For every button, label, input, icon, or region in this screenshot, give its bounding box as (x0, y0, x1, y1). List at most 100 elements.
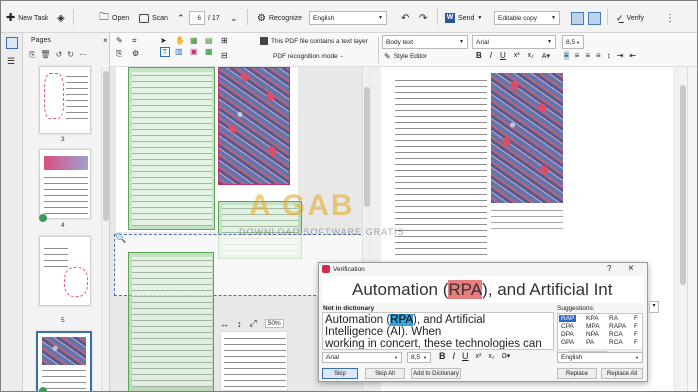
text-editor[interactable]: Automation (RPA), and Artificial Intelli… (322, 312, 554, 350)
add-to-dictionary-button[interactable]: Add to Dictionary (411, 368, 461, 379)
delete-page-icon[interactable]: 🗑 (40, 50, 50, 60)
suggestion[interactable]: F (634, 315, 638, 322)
dropdown-arrow-icon[interactable]: ▾ (649, 301, 659, 313)
page-number-input[interactable]: 6 (189, 11, 205, 25)
undo-button[interactable]: ↶ (401, 8, 409, 28)
redo-button[interactable]: ↷ (419, 8, 427, 28)
fit-page-icon[interactable]: ⤢ (250, 318, 257, 329)
rotate-right-icon[interactable]: ↻ (67, 50, 74, 60)
new-task-button[interactable]: ✚ New Task (6, 8, 48, 28)
layers-button[interactable]: ◈ (57, 8, 65, 28)
line-spacing-icon[interactable]: ↕ (607, 51, 611, 60)
suggestion[interactable]: F (634, 339, 638, 346)
page-thumbnail[interactable] (39, 149, 91, 219)
text-view-button[interactable] (588, 8, 601, 28)
subscript-icon[interactable]: x₂ (488, 353, 494, 360)
send-button[interactable]: W Send ▼ (445, 8, 482, 28)
recognition-mode-select[interactable]: PDF recognition mode ⌄ (273, 53, 344, 60)
underline-icon[interactable]: U (462, 351, 469, 361)
align-left-icon[interactable]: ≡ (564, 51, 569, 60)
skip-button[interactable]: Skip (322, 368, 358, 379)
subscript-icon[interactable]: x₂ (528, 52, 534, 59)
mode-select[interactable]: Editable copy ▼ (494, 8, 560, 28)
text-scrollbar[interactable] (679, 67, 687, 391)
suggestion[interactable]: F (634, 331, 638, 338)
pointer-icon[interactable]: ➤ (160, 36, 173, 45)
suggestion[interactable]: KPA (586, 315, 599, 322)
suggestion[interactable]: RCA (609, 331, 623, 338)
open-button[interactable]: 🗀 Open (99, 8, 129, 28)
suggestion[interactable]: DPA (561, 331, 574, 338)
page-thumbnail-selected[interactable] (36, 331, 92, 391)
superscript-icon[interactable]: x² (476, 353, 482, 360)
suggestions-list[interactable]: RAP KPA RA F CPA MPA RAPA F DPA NPA RCA … (557, 313, 643, 357)
text-area-block[interactable] (128, 252, 214, 391)
page-thumbnail[interactable] (39, 66, 91, 134)
page-thumbnail[interactable] (39, 236, 91, 306)
language-select[interactable]: English ▼ (309, 8, 387, 28)
suggestion[interactable]: RAP (559, 315, 577, 322)
scan-button[interactable]: Scan (139, 8, 168, 28)
zoom-level[interactable]: 50% (264, 319, 284, 328)
insert-page-icon[interactable]: ⎘ (29, 50, 35, 60)
bold-icon[interactable]: B (439, 351, 446, 361)
special-chars-icon[interactable]: Ω▾ (502, 352, 511, 360)
text-area-icon[interactable]: T (160, 47, 170, 57)
scrollbar-thumb[interactable] (103, 71, 109, 221)
suggestion[interactable]: PA (586, 339, 594, 346)
pages-panel-icon[interactable] (6, 37, 18, 49)
style-editor-button[interactable]: ✎ Style Editor (384, 52, 427, 61)
close-button[interactable]: × (628, 263, 634, 274)
crop-icon[interactable]: ⌗ (132, 36, 145, 46)
copy-area-icon[interactable]: ⎘ (116, 49, 129, 59)
text-area-block[interactable] (128, 67, 215, 230)
dialog-language-select[interactable]: English ▼ (557, 352, 643, 363)
align-right-icon[interactable]: ≡ (585, 51, 590, 60)
recognize-button[interactable]: ⚙ Recognize (257, 8, 302, 28)
style-select[interactable]: Body text ▼ (382, 35, 468, 49)
suggestion[interactable]: NPA (586, 331, 599, 338)
list-icon[interactable]: ☰ (7, 56, 15, 67)
suggestion[interactable]: MPA (586, 323, 600, 330)
font-color-icon[interactable]: A▾ (542, 52, 550, 60)
superscript-icon[interactable]: x² (514, 52, 520, 59)
hand-icon[interactable]: ✋ (175, 36, 188, 45)
scrollbar-thumb[interactable] (364, 87, 370, 207)
page-options-icon[interactable]: ⋯ (79, 50, 87, 60)
font-size-select[interactable]: 8,5 ▼ (562, 35, 584, 49)
italic-icon[interactable]: I (453, 351, 456, 361)
suggestion[interactable]: RCA (609, 339, 623, 346)
page-down-button[interactable]: ⌄ (230, 8, 238, 28)
picture-area-icon[interactable]: ▤ (205, 36, 218, 45)
indent-icon[interactable]: ⇥ (617, 51, 624, 60)
pages-scrollbar[interactable] (101, 67, 109, 391)
magnifier-icon[interactable]: 🔍 (115, 233, 126, 244)
help-button[interactable]: ? (607, 264, 611, 273)
remove-area-icon[interactable]: ⊟ (221, 51, 228, 60)
fit-height-icon[interactable]: ↕ (237, 319, 242, 329)
image-view-button[interactable] (571, 8, 584, 28)
bold-icon[interactable]: B (476, 51, 482, 60)
draw-area-icon[interactable]: ▦ (190, 36, 203, 45)
font-select[interactable]: Arial ▼ (472, 35, 556, 49)
suggestion[interactable]: CPA (561, 323, 574, 330)
picture-area[interactable] (218, 67, 290, 185)
dialog-size-select[interactable]: 8,5 ▼ (407, 352, 431, 363)
edit-image-icon[interactable]: ✎ (116, 36, 129, 46)
table-area-icon[interactable]: ▥ (175, 47, 188, 57)
image-area-icon[interactable]: ▣ (190, 47, 203, 57)
italic-icon[interactable]: I (490, 51, 492, 60)
replace-all-button[interactable]: Replace All (601, 368, 643, 379)
align-center-icon[interactable]: ≡ (575, 51, 580, 60)
outdent-icon[interactable]: ⇤ (629, 51, 636, 60)
suggestion[interactable]: F (634, 323, 638, 330)
suggestion[interactable]: RA (609, 315, 618, 322)
fit-width-icon[interactable]: ↔ (220, 319, 229, 329)
underline-icon[interactable]: U (500, 51, 506, 60)
rotate-left-icon[interactable]: ↺ (56, 50, 63, 60)
replace-button[interactable]: Replace (557, 368, 597, 379)
page-up-button[interactable]: ⌃ (177, 8, 185, 28)
verify-button[interactable]: ✓̲ Verify (616, 8, 644, 28)
more-button[interactable]: ⋮ (665, 8, 675, 28)
barcode-area-icon[interactable]: ▦ (205, 47, 218, 57)
